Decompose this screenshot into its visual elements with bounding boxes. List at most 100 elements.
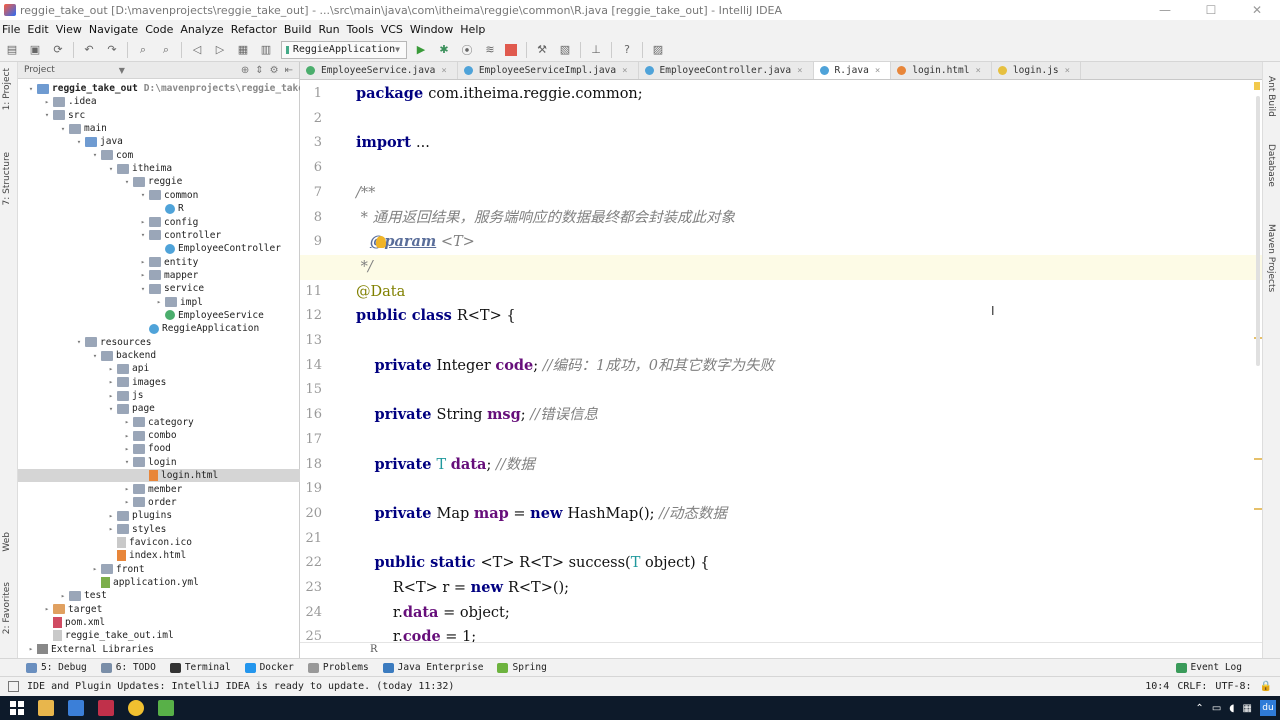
tree-item[interactable]: EmployeeService <box>154 309 264 322</box>
tree-item[interactable]: ▸ config <box>138 216 198 229</box>
tool-tab-terminal[interactable]: Terminal <box>169 662 231 673</box>
tool-tab--debug[interactable]: 5: Debug <box>26 662 87 673</box>
tree-item[interactable]: ▸ target <box>42 603 102 616</box>
tree-item[interactable]: ▾ login <box>122 456 177 469</box>
menu-item-window[interactable]: Window <box>410 23 453 36</box>
tool-tab--todo[interactable]: 6: TODO <box>100 662 156 673</box>
tray-expand-icon[interactable]: ⌃ <box>1195 703 1203 714</box>
chevron-right-icon[interactable]: ▸ <box>42 98 52 106</box>
tree-item[interactable]: ▾ reggie <box>122 175 182 188</box>
chevron-right-icon[interactable]: ▸ <box>122 418 132 426</box>
tree-item[interactable]: ▾ service <box>138 282 204 295</box>
code-line[interactable] <box>356 329 1262 354</box>
lock-icon[interactable]: 🔒 <box>1260 681 1272 692</box>
chrome-icon[interactable] <box>128 700 144 716</box>
tree-item[interactable]: ▸ member <box>122 483 182 496</box>
code-line[interactable]: private T data; //数据 <box>356 453 1262 478</box>
chevron-down-icon[interactable]: ▾ <box>138 285 148 293</box>
app-icon[interactable] <box>68 700 84 716</box>
tree-item[interactable]: pom.xml <box>42 616 105 629</box>
close-tab-icon[interactable]: × <box>975 66 980 76</box>
menu-item-tools[interactable]: Tools <box>347 23 374 36</box>
tool-tab-docker[interactable]: Docker <box>244 662 294 673</box>
database-tool-tab[interactable]: Database <box>1266 144 1276 187</box>
web-tool-tab[interactable]: Web <box>2 532 12 552</box>
code-line[interactable]: private Map map = new HashMap(); //动态数据 <box>356 502 1262 527</box>
menu-item-analyze[interactable]: Analyze <box>180 23 223 36</box>
chevron-right-icon[interactable]: ▸ <box>42 605 52 613</box>
chevron-right-icon[interactable]: ▸ <box>154 298 164 306</box>
menu-item-refactor[interactable]: Refactor <box>231 23 277 36</box>
tree-item[interactable]: ▸ order <box>122 496 177 509</box>
close-tab-icon[interactable]: × <box>875 66 880 76</box>
code-line[interactable]: r.code = 1; <box>356 625 1262 642</box>
tree-item[interactable]: ▸ test <box>58 589 107 602</box>
tree-item[interactable]: ▸ styles <box>106 523 166 536</box>
tree-item[interactable]: ▸ images <box>106 376 166 389</box>
coverage-icon[interactable]: ⦿ <box>459 42 475 58</box>
tree-item[interactable]: ▾ backend <box>90 349 156 362</box>
code-line[interactable] <box>356 156 1262 181</box>
code-editor[interactable]: 123678910111213141516171819202122232425 … <box>300 80 1262 642</box>
tree-item[interactable]: favicon.ico <box>106 536 192 549</box>
tree-item[interactable]: ▸ front <box>90 563 145 576</box>
tree-item[interactable]: login.html <box>18 469 300 483</box>
open-folder-icon[interactable]: ▤ <box>4 42 20 58</box>
minimize-button[interactable]: — <box>1142 0 1188 20</box>
project-view-label[interactable]: Project <box>24 65 55 75</box>
editor-tab[interactable]: EmployeeController.java × <box>639 62 814 79</box>
code-line[interactable]: public class R<T> { <box>356 304 1262 329</box>
tree-item[interactable]: ▸ js <box>106 389 144 402</box>
menu-item-code[interactable]: Code <box>145 23 173 36</box>
project-tool-tab[interactable]: 1: Project <box>2 68 12 110</box>
chevron-right-icon[interactable]: ▸ <box>106 512 116 520</box>
tree-item[interactable]: ▸ category <box>122 416 194 429</box>
chevron-right-icon[interactable]: ▸ <box>122 432 132 440</box>
baidu-input-icon[interactable]: du <box>1260 700 1276 716</box>
code-line[interactable] <box>356 107 1262 132</box>
close-button[interactable]: ✕ <box>1234 0 1280 20</box>
tree-item[interactable]: ▾ page <box>106 402 155 415</box>
editor-tab[interactable]: login.js × <box>992 62 1082 79</box>
tree-item[interactable]: reggie_take_out.iml <box>42 629 174 642</box>
caret-position[interactable]: 10:4 <box>1145 681 1169 692</box>
close-tab-icon[interactable]: × <box>797 66 802 76</box>
network-icon[interactable]: ▭ <box>1212 703 1221 714</box>
editor-tab[interactable]: login.html × <box>891 62 992 79</box>
editor-tab[interactable]: R.java × <box>813 62 892 79</box>
editor-tab[interactable]: EmployeeService.java × <box>300 62 458 79</box>
tool-windows-toggle-icon[interactable] <box>8 681 19 692</box>
profile-icon[interactable]: ≋ <box>482 42 498 58</box>
locate-icon[interactable]: ⊕ <box>241 65 249 76</box>
presentation-icon[interactable]: ▨ <box>650 42 666 58</box>
menu-item-navigate[interactable]: Navigate <box>89 23 138 36</box>
tree-item[interactable]: ▸ mapper <box>138 269 198 282</box>
chevron-right-icon[interactable]: ▸ <box>106 378 116 386</box>
menu-item-file[interactable]: File <box>2 23 20 36</box>
chevron-down-icon[interactable]: ▾ <box>106 405 116 413</box>
chevron-down-icon[interactable]: ▾ <box>90 151 100 159</box>
hide-icon[interactable]: ⇤ <box>285 65 293 76</box>
code-line[interactable] <box>356 378 1262 403</box>
sdk-icon[interactable]: ⊥ <box>588 42 604 58</box>
close-tab-icon[interactable]: × <box>622 66 627 76</box>
chevron-down-icon[interactable]: ▾ <box>122 458 132 466</box>
code-line[interactable]: public static <T> R<T> success(T object)… <box>356 551 1262 576</box>
help-icon[interactable]: ? <box>619 42 635 58</box>
chevron-down-icon[interactable]: ▾ <box>106 165 116 173</box>
tree-item[interactable]: ▸ food <box>122 442 171 455</box>
chevron-down-icon[interactable]: ▾ <box>74 138 84 146</box>
menu-item-help[interactable]: Help <box>460 23 485 36</box>
windows-start-icon[interactable] <box>10 701 24 715</box>
editor-scrollbar[interactable] <box>1256 96 1260 366</box>
code-line[interactable]: /** <box>356 181 1262 206</box>
build-icon[interactable]: ▦ <box>235 42 251 58</box>
code-line[interactable]: private String msg; //错误信息 <box>356 403 1262 428</box>
menu-item-run[interactable]: Run <box>319 23 340 36</box>
chevron-down-icon[interactable]: ▾ <box>74 338 84 346</box>
tree-item[interactable]: application.yml <box>90 576 199 589</box>
warning-indicator-icon[interactable] <box>1254 82 1260 90</box>
code-line[interactable]: * 通用返回结果，服务端响应的数据最终都会封装成此对象 <box>356 206 1262 231</box>
chevron-down-icon[interactable]: ▾ <box>138 191 148 199</box>
chevron-right-icon[interactable]: ▸ <box>138 271 148 279</box>
